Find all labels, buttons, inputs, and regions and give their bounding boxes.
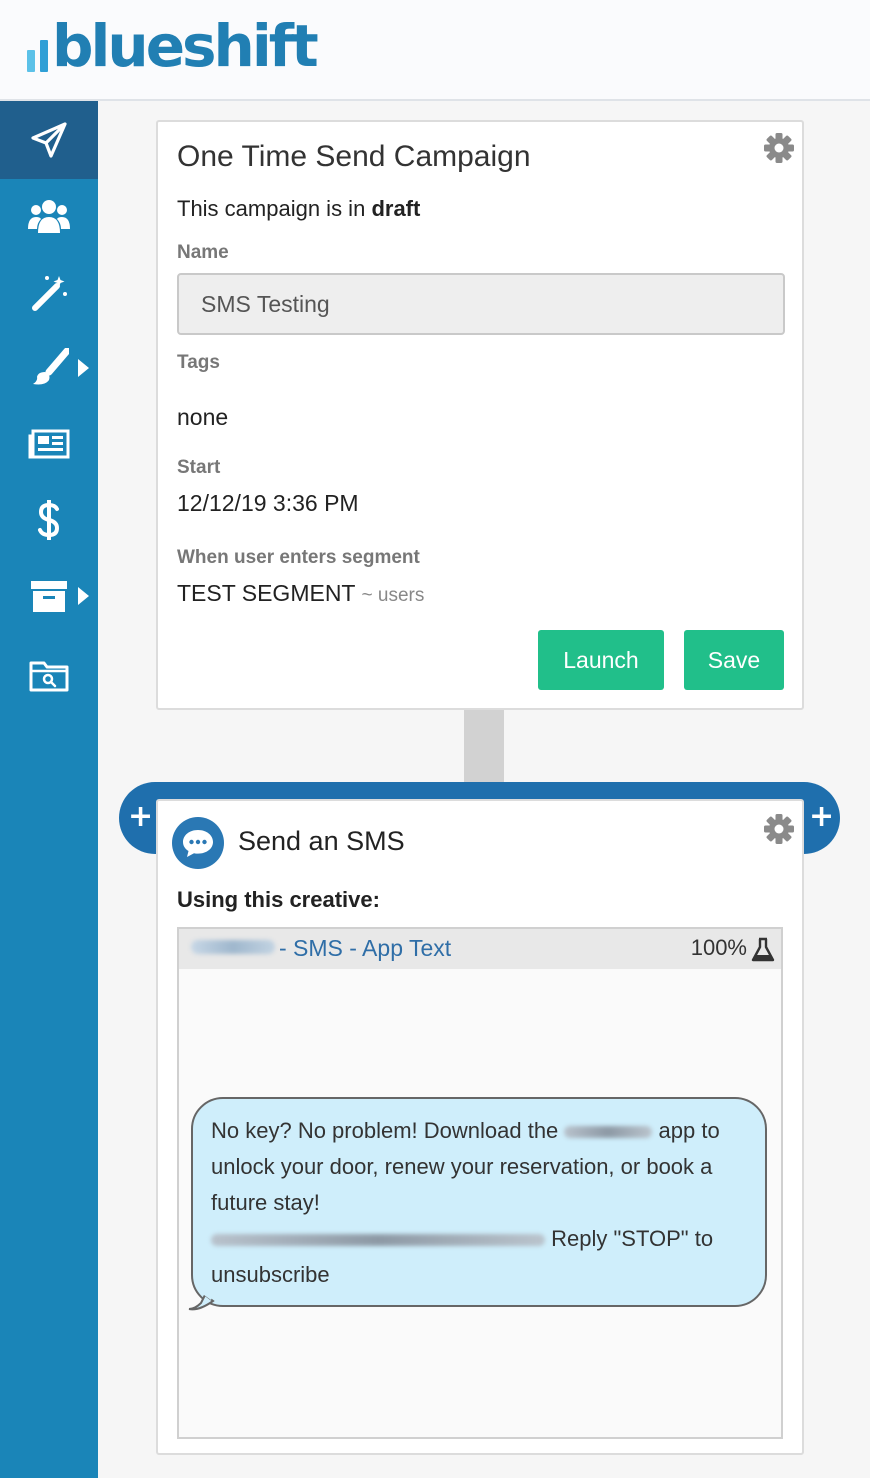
newspaper-icon — [28, 429, 70, 459]
flow-connector — [464, 710, 504, 785]
dollar-icon — [38, 500, 60, 540]
sidebar-item-magic[interactable] — [0, 253, 98, 331]
save-button[interactable]: Save — [684, 630, 784, 690]
creative-preview: - SMS - App Text 100% No key? No problem… — [177, 927, 783, 1439]
redacted-text — [211, 1234, 545, 1247]
sidebar-item-users[interactable] — [0, 177, 98, 255]
archive-icon — [31, 581, 67, 612]
start-value: 12/12/19 3:36 PM — [177, 490, 359, 516]
flask-icon[interactable] — [751, 937, 775, 963]
start-label: Start — [177, 457, 221, 478]
magic-wand-icon — [32, 276, 67, 311]
submenu-caret-icon — [78, 359, 89, 377]
segment-value: TEST SEGMENT ~ users — [177, 580, 424, 607]
users-icon — [28, 200, 70, 233]
sms-message-bubble: No key? No problem! Download the app to … — [191, 1097, 767, 1307]
logo-text: blueshift — [52, 12, 319, 80]
sidebar — [0, 101, 98, 1478]
creative-percentage: 100% — [690, 935, 747, 960]
tags-value: none — [177, 404, 229, 430]
plus-icon[interactable]: + — [128, 802, 153, 832]
gear-icon[interactable] — [762, 812, 796, 846]
sms-step-card: Send an SMS Using this creative: - SMS -… — [156, 799, 804, 1455]
creative-link[interactable]: - SMS - App Text — [279, 935, 451, 962]
paint-brush-icon — [33, 348, 69, 385]
tags-label: Tags — [177, 352, 220, 373]
sidebar-item-content[interactable] — [0, 405, 98, 483]
name-label: Name — [177, 242, 229, 263]
campaign-status: This campaign is in draft — [177, 196, 421, 221]
campaign-name-input[interactable] — [177, 273, 785, 335]
sidebar-item-search-folder[interactable] — [0, 637, 98, 715]
sidebar-item-creative[interactable] — [0, 329, 98, 407]
creative-label: Using this creative: — [177, 887, 380, 912]
logo-bars-icon — [27, 40, 48, 72]
sidebar-item-campaigns[interactable] — [0, 101, 98, 179]
blueshift-logo[interactable]: blueshift — [27, 12, 319, 80]
sidebar-item-billing[interactable] — [0, 481, 98, 559]
sms-step-title: Send an SMS — [238, 826, 405, 856]
campaign-title: One Time Send Campaign — [177, 140, 531, 173]
status-value: draft — [371, 196, 421, 221]
bubble-tail-icon — [188, 1295, 215, 1311]
redacted-text — [191, 940, 275, 954]
redacted-text — [564, 1126, 653, 1139]
chat-bubble-icon — [172, 817, 224, 869]
folder-search-icon — [29, 661, 69, 692]
campaign-card: One Time Send Campaign This campaign is … — [156, 120, 804, 710]
segment-users-count: ~ users — [361, 585, 425, 606]
gear-icon[interactable] — [762, 131, 796, 165]
sidebar-item-archive[interactable] — [0, 557, 98, 635]
plus-icon[interactable]: + — [809, 802, 834, 832]
segment-name[interactable]: TEST SEGMENT — [177, 580, 356, 606]
paper-plane-icon — [31, 122, 67, 158]
creative-header: - SMS - App Text 100% — [179, 929, 781, 969]
top-bar: blueshift — [0, 0, 870, 101]
launch-button[interactable]: Launch — [538, 630, 664, 690]
submenu-caret-icon — [78, 587, 89, 605]
trigger-label: When user enters segment — [177, 547, 420, 568]
